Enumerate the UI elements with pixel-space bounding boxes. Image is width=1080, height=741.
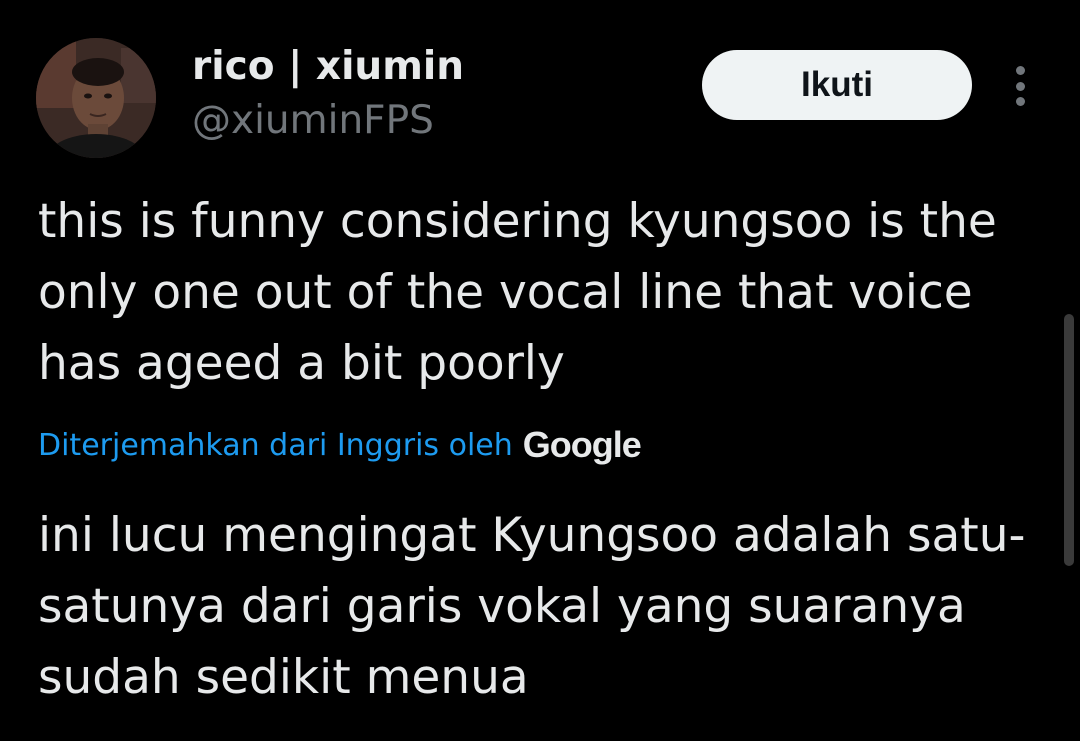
display-name[interactable]: rico | xiumin [192,44,464,89]
translation-credit: Diterjemahkan dari Inggris oleh Google [38,420,642,470]
follow-button[interactable]: Ikuti [702,50,972,120]
translated-text: ini lucu mengingat Kyungsoo adalah satu-… [38,508,1026,705]
tweet-text: this is funny considering kyungsoo is th… [38,194,997,391]
user-handle[interactable]: @xiuminFPS [192,98,434,143]
avatar[interactable] [36,38,156,158]
translation-credit-link[interactable]: Diterjemahkan dari Inggris oleh [38,428,513,463]
scrollbar[interactable] [1064,314,1074,566]
dot [1015,97,1025,106]
dot [1015,66,1025,75]
more-vertical-icon[interactable] [1008,66,1032,106]
google-logo: Google [522,424,642,465]
dot [1015,81,1025,91]
tweet-card: rico | xiumin @xiuminFPS Ikuti this is f… [0,0,1080,741]
